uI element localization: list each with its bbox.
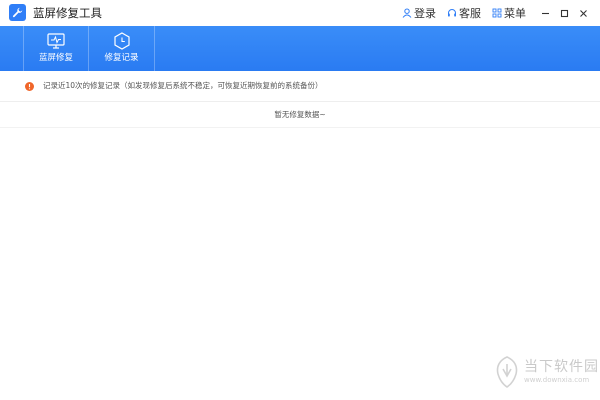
warning-icon: [25, 81, 34, 91]
user-icon: [402, 8, 412, 18]
tab-bluescreen-repair-label: 蓝屏修复: [38, 53, 73, 63]
titlebar-actions: 登录 客服 菜单: [402, 0, 600, 26]
clock-hexagon-icon: [113, 32, 130, 50]
tab-repair-history[interactable]: 修复记录: [89, 26, 155, 71]
menu-label: 菜单: [504, 7, 526, 20]
support-link[interactable]: 客服: [447, 5, 481, 21]
empty-records-row: 暂无修复数据~: [0, 102, 600, 128]
app-title: 蓝屏修复工具: [33, 6, 102, 20]
watermark-logo-icon: [496, 356, 518, 388]
watermark-url: www.downxia.com: [524, 376, 590, 384]
site-watermark: 当下软件园 www.downxia.com: [494, 356, 599, 388]
menu-link[interactable]: 菜单: [492, 5, 526, 21]
empty-records-text: 暂无修复数据~: [274, 110, 326, 119]
monitor-icon: [47, 33, 65, 49]
close-icon: [580, 9, 587, 17]
maximize-button[interactable]: [556, 0, 573, 26]
grid-icon: [492, 8, 502, 18]
notice-text: 记录近10次的修复记录（如发现修复后系统不稳定，可恢复近期恢复前的系统备份）: [43, 81, 323, 90]
headset-icon: [448, 9, 456, 17]
maximize-icon: [560, 9, 569, 17]
minimize-icon: [542, 12, 549, 14]
login-label: 登录: [414, 7, 436, 20]
wrench-icon: [9, 4, 26, 21]
minimize-button[interactable]: [537, 0, 554, 26]
history-notice: 记录近10次的修复记录（如发现修复后系统不稳定，可恢复近期恢复前的系统备份）: [0, 71, 600, 102]
login-link[interactable]: 登录: [402, 5, 436, 21]
main-toolbar: 蓝屏修复 修复记录: [0, 26, 600, 71]
tab-bluescreen-repair[interactable]: 蓝屏修复: [23, 26, 89, 71]
close-button[interactable]: [575, 0, 592, 26]
tab-repair-history-label: 修复记录: [104, 53, 139, 63]
title-bar: 蓝屏修复工具 登录 客服 菜单: [0, 0, 600, 26]
support-label: 客服: [459, 7, 481, 20]
watermark-title: 当下软件园: [524, 359, 599, 375]
